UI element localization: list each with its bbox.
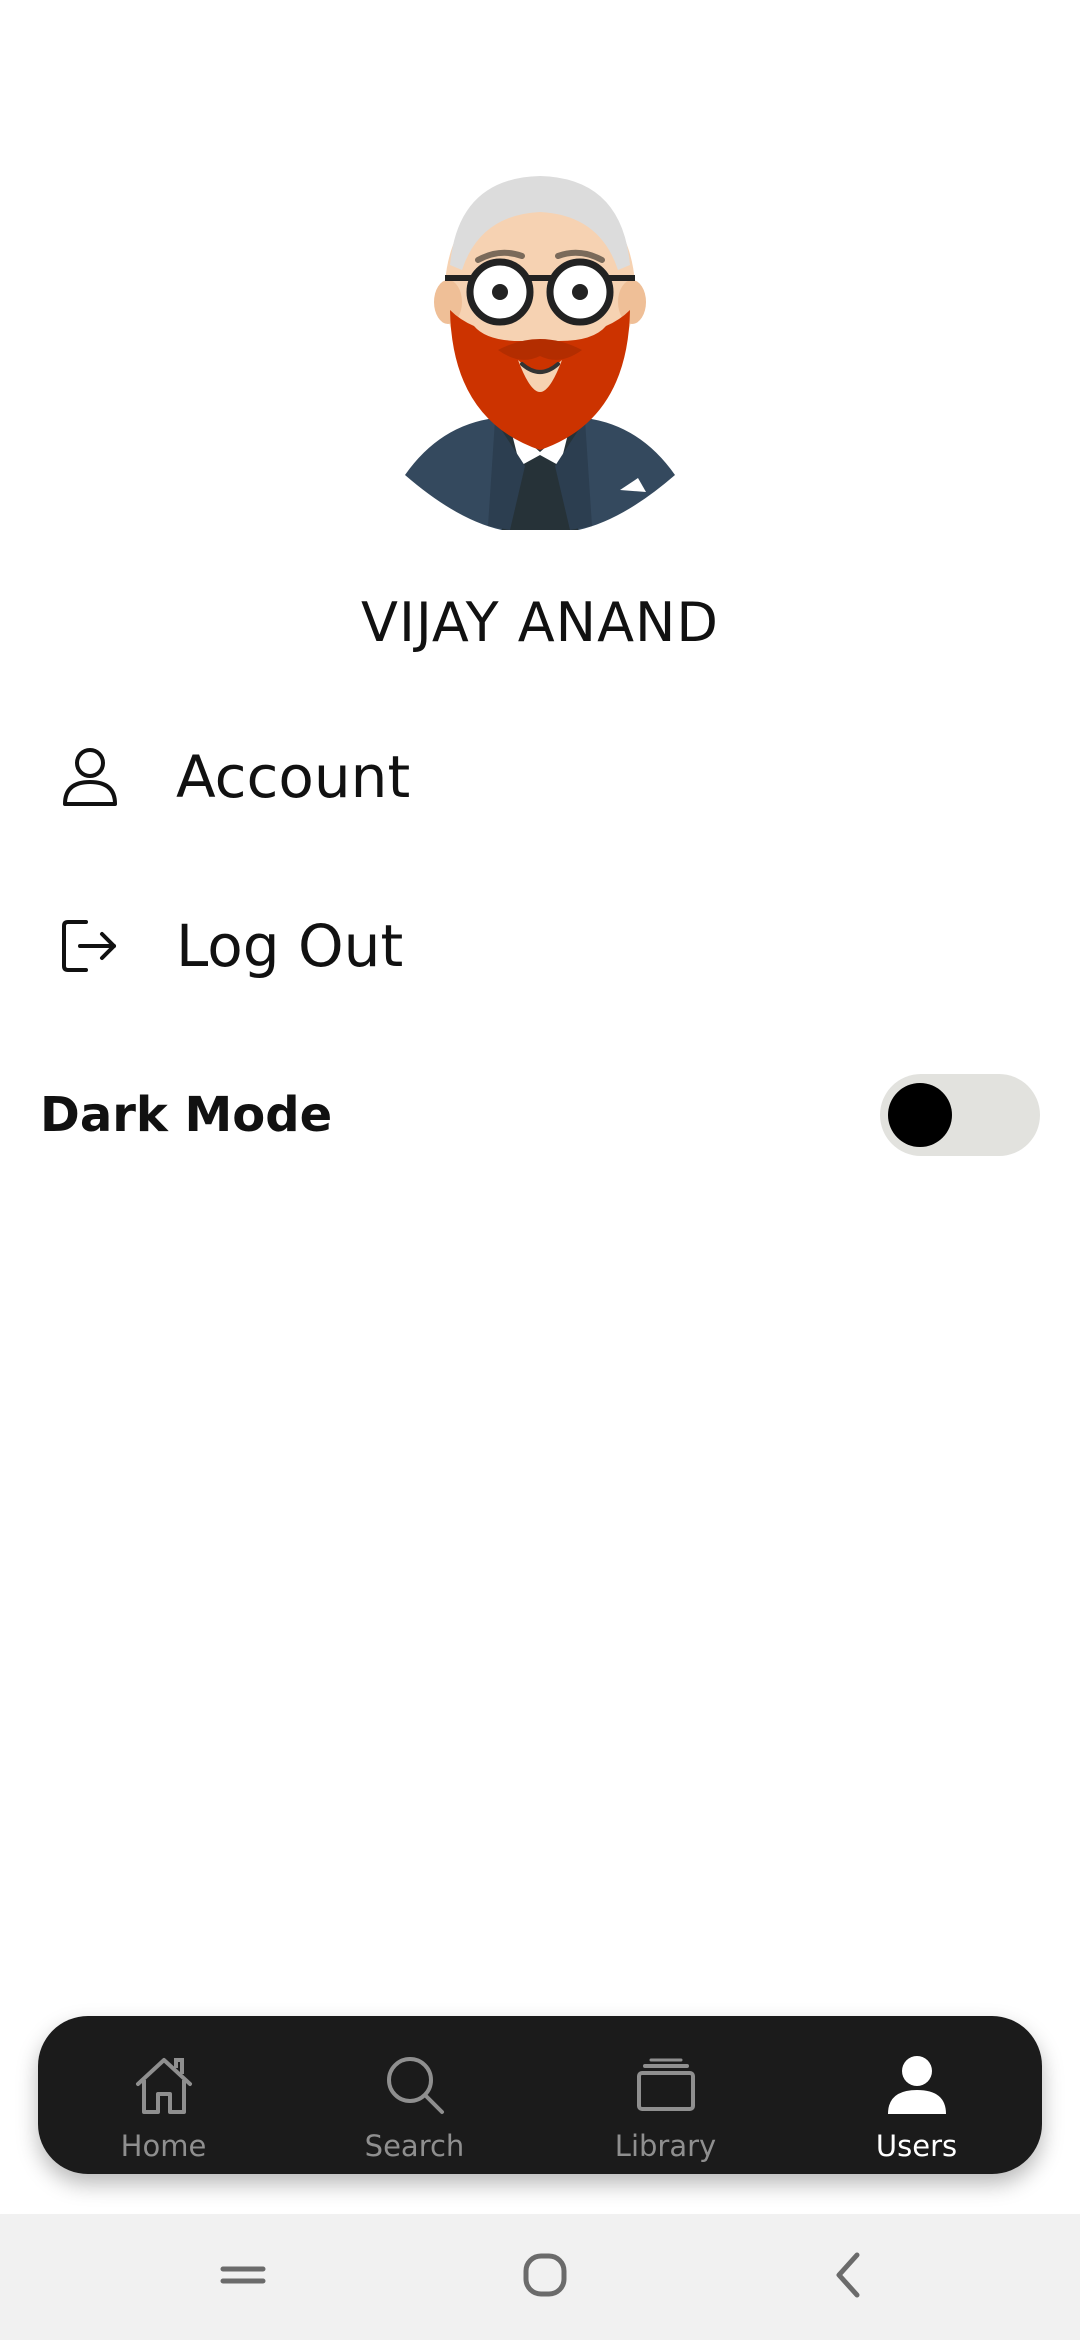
logout-icon [60,908,136,984]
back-chevron-icon [831,2251,865,2303]
person-outline-icon [60,739,136,815]
toggle-knob [888,1083,952,1147]
bottom-navigation: Home Search Library Users [38,2016,1042,2174]
nav-label-home: Home [120,2129,207,2163]
nav-item-home[interactable]: Home [38,2016,289,2174]
system-navigation-bar [0,2214,1080,2340]
logout-label: Log Out [176,912,404,980]
nav-item-library[interactable]: Library [540,2016,791,2174]
home-button[interactable] [505,2242,585,2312]
account-menu-item[interactable]: Account [60,727,1020,827]
dark-mode-label: Dark Mode [40,1087,333,1143]
profile-name: VIJAY ANAND [361,591,719,654]
recents-button[interactable] [203,2242,283,2312]
home-icon [129,2050,199,2120]
library-icon [631,2050,701,2120]
nav-item-users[interactable]: Users [791,2016,1042,2174]
dark-mode-toggle[interactable] [880,1074,1040,1156]
nav-item-search[interactable]: Search [289,2016,540,2174]
recents-icon [220,2260,266,2294]
nav-label-users: Users [875,2129,958,2163]
avatar [400,170,680,533]
nav-label-search: Search [364,2129,465,2163]
dark-mode-row: Dark Mode [40,1070,1040,1160]
nav-label-library: Library [614,2129,717,2163]
search-icon [380,2050,450,2120]
back-button[interactable] [808,2242,888,2312]
home-circle-icon [522,2252,568,2302]
user-icon [882,2050,952,2120]
account-label: Account [176,743,411,811]
logout-menu-item[interactable]: Log Out [60,896,1020,996]
avatar-illustration [405,176,675,533]
